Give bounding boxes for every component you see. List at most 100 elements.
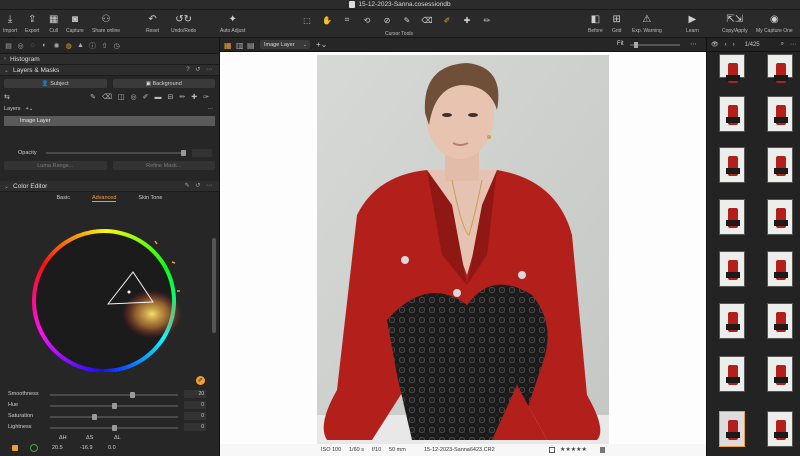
- opacity-knob[interactable]: [181, 150, 186, 156]
- opacity-slider[interactable]: [46, 150, 186, 156]
- smoothness-value[interactable]: 20: [184, 390, 206, 398]
- eraser-mask-icon[interactable]: ⌫: [102, 93, 112, 101]
- lightness-knob[interactable]: [111, 425, 117, 431]
- zoom-knob[interactable]: [634, 42, 638, 48]
- filmstrip-view-icon[interactable]: ▥: [236, 41, 244, 50]
- range-marker-1[interactable]: [154, 240, 158, 245]
- thumbnail[interactable]: [767, 54, 793, 83]
- annotate-icon[interactable]: ✏: [478, 14, 496, 26]
- undo-redo-button[interactable]: ↺↻ Undo/Redo: [171, 12, 196, 34]
- color-picker-icon[interactable]: ✐: [438, 14, 456, 26]
- saturation-knob[interactable]: [91, 414, 97, 420]
- hue-value[interactable]: 0: [184, 401, 206, 409]
- grid-view-icon[interactable]: ▦: [224, 41, 232, 50]
- lightness-value[interactable]: 0: [184, 423, 206, 431]
- heal-mask-icon[interactable]: ✚: [191, 93, 197, 101]
- thumbnail[interactable]: [719, 54, 745, 83]
- thumbnail[interactable]: [767, 251, 793, 287]
- smoothness-slider[interactable]: [50, 392, 178, 398]
- hue-knob[interactable]: [111, 403, 117, 409]
- hue-slider[interactable]: [50, 403, 178, 409]
- luma-range-button[interactable]: Luma Range...: [4, 161, 107, 170]
- adjustments-tab-icon[interactable]: ◍: [64, 41, 73, 50]
- subject-mask-button[interactable]: 👤 Subject: [4, 79, 107, 88]
- thumbnail[interactable]: [719, 251, 745, 287]
- tab-skin-tone[interactable]: Skin Tone: [138, 195, 162, 201]
- saturation-slider[interactable]: [50, 414, 178, 420]
- lightness-slider[interactable]: [50, 425, 178, 431]
- panel-actions-icon[interactable]: ? ↺ ⋯: [186, 66, 214, 73]
- copy-apply-button[interactable]: ⇱⇲ Copy/Apply: [722, 12, 748, 34]
- thumbnail[interactable]: [719, 356, 745, 392]
- thumbnail[interactable]: [767, 303, 793, 339]
- saturation-value[interactable]: 0: [184, 412, 206, 420]
- viewer-more-icon[interactable]: ⋯: [690, 40, 697, 48]
- gradient-icon[interactable]: ◫: [118, 93, 125, 101]
- eye-icon[interactable]: 👁: [711, 41, 719, 48]
- learn-button[interactable]: ▶ Learn: [686, 12, 699, 34]
- color-editor-header[interactable]: ⌄ Color Editor ✎ ↺ ⋯: [0, 181, 219, 192]
- auto-adjust-button[interactable]: ✦ Auto Adjust: [220, 12, 245, 34]
- histogram-header[interactable]: › Histogram: [0, 54, 219, 65]
- image-layer-item[interactable]: Image Layer: [4, 116, 215, 126]
- pan-hand-icon[interactable]: ✋: [318, 14, 336, 26]
- enable-checkbox[interactable]: [12, 445, 18, 451]
- thumbnail[interactable]: [767, 356, 793, 392]
- selection-point[interactable]: [127, 290, 131, 294]
- color-wheel[interactable]: [22, 222, 192, 372]
- thumbnail[interactable]: [767, 199, 793, 235]
- grid-button[interactable]: ⊞ Grid: [612, 12, 621, 34]
- background-mask-button[interactable]: ▣ Background: [112, 79, 215, 88]
- crop-icon[interactable]: ⌗: [338, 14, 356, 26]
- ai-brush-icon[interactable]: ✑: [203, 93, 209, 101]
- rotate-icon[interactable]: ⟲: [358, 14, 376, 26]
- radial-icon[interactable]: ◎: [131, 93, 137, 101]
- capture-button[interactable]: ◙ Capture: [66, 12, 84, 34]
- layers-more-icon[interactable]: ⋯: [208, 106, 214, 112]
- main-photo[interactable]: [317, 55, 609, 445]
- swap-icon[interactable]: ⇆: [4, 93, 10, 101]
- smoothness-knob[interactable]: [129, 392, 135, 398]
- add-layer-icon[interactable]: +⌄: [26, 106, 34, 112]
- color-tag-icon[interactable]: [600, 447, 605, 453]
- color-tab-icon[interactable]: ◐: [40, 41, 49, 50]
- import-button[interactable]: ⤓ Import: [3, 12, 17, 34]
- search-icon[interactable]: ⌕: [781, 41, 784, 48]
- tab-advanced[interactable]: Advanced: [91, 195, 117, 202]
- refine-mask-button[interactable]: Refine Mask...: [112, 161, 215, 170]
- chevron-left-icon[interactable]: ‹: [725, 42, 727, 48]
- layer-select[interactable]: Image Layer ⌄: [260, 40, 310, 49]
- layers-masks-header[interactable]: ⌄ Layers & Masks ? ↺ ⋯: [0, 65, 219, 76]
- brush-icon[interactable]: ✎: [398, 14, 416, 26]
- tools-scrollbar[interactable]: [212, 238, 216, 333]
- thumbnail[interactable]: [719, 199, 745, 235]
- batch-tab-icon[interactable]: ◷: [112, 41, 121, 50]
- details-tab-icon[interactable]: ▲: [76, 41, 85, 50]
- thumbnail[interactable]: [767, 411, 793, 447]
- panel-actions-icon[interactable]: ✎ ↺ ⋯: [185, 182, 214, 189]
- thumbnail[interactable]: [719, 303, 745, 339]
- eraser-icon[interactable]: ⌫: [418, 14, 436, 26]
- exposure-warning-button[interactable]: ⚠ Exp. Warning: [632, 12, 662, 34]
- thumbnail[interactable]: [767, 147, 793, 183]
- color-swatch-icon[interactable]: [30, 444, 38, 452]
- before-button[interactable]: ◧ Before: [588, 12, 603, 34]
- exposure-tab-icon[interactable]: ✺: [52, 41, 61, 50]
- metadata-tab-icon[interactable]: ⓘ: [88, 41, 97, 50]
- library-tab-icon[interactable]: ▤: [4, 41, 13, 50]
- magic-brush-icon[interactable]: ✐: [143, 93, 149, 101]
- chevron-right-icon[interactable]: ›: [733, 42, 735, 48]
- thumbnail[interactable]: [767, 96, 793, 132]
- compare-view-icon[interactable]: ▤: [247, 41, 255, 50]
- brush-mask-icon[interactable]: ✎: [90, 93, 96, 101]
- invert-icon[interactable]: ⊟: [168, 93, 174, 101]
- thumbnail[interactable]: [719, 96, 745, 132]
- opacity-value[interactable]: [192, 149, 212, 157]
- eyedropper-icon[interactable]: ✐: [196, 376, 205, 385]
- keystone-icon[interactable]: ⊘: [378, 14, 396, 26]
- share-online-button[interactable]: ⚇ Share online: [92, 12, 120, 34]
- export-button[interactable]: ⇪ Export: [25, 12, 39, 34]
- select-checkbox[interactable]: [549, 447, 555, 453]
- star-rating[interactable]: ★★★★★: [560, 446, 587, 453]
- browser-more-icon[interactable]: ⋯: [790, 41, 796, 48]
